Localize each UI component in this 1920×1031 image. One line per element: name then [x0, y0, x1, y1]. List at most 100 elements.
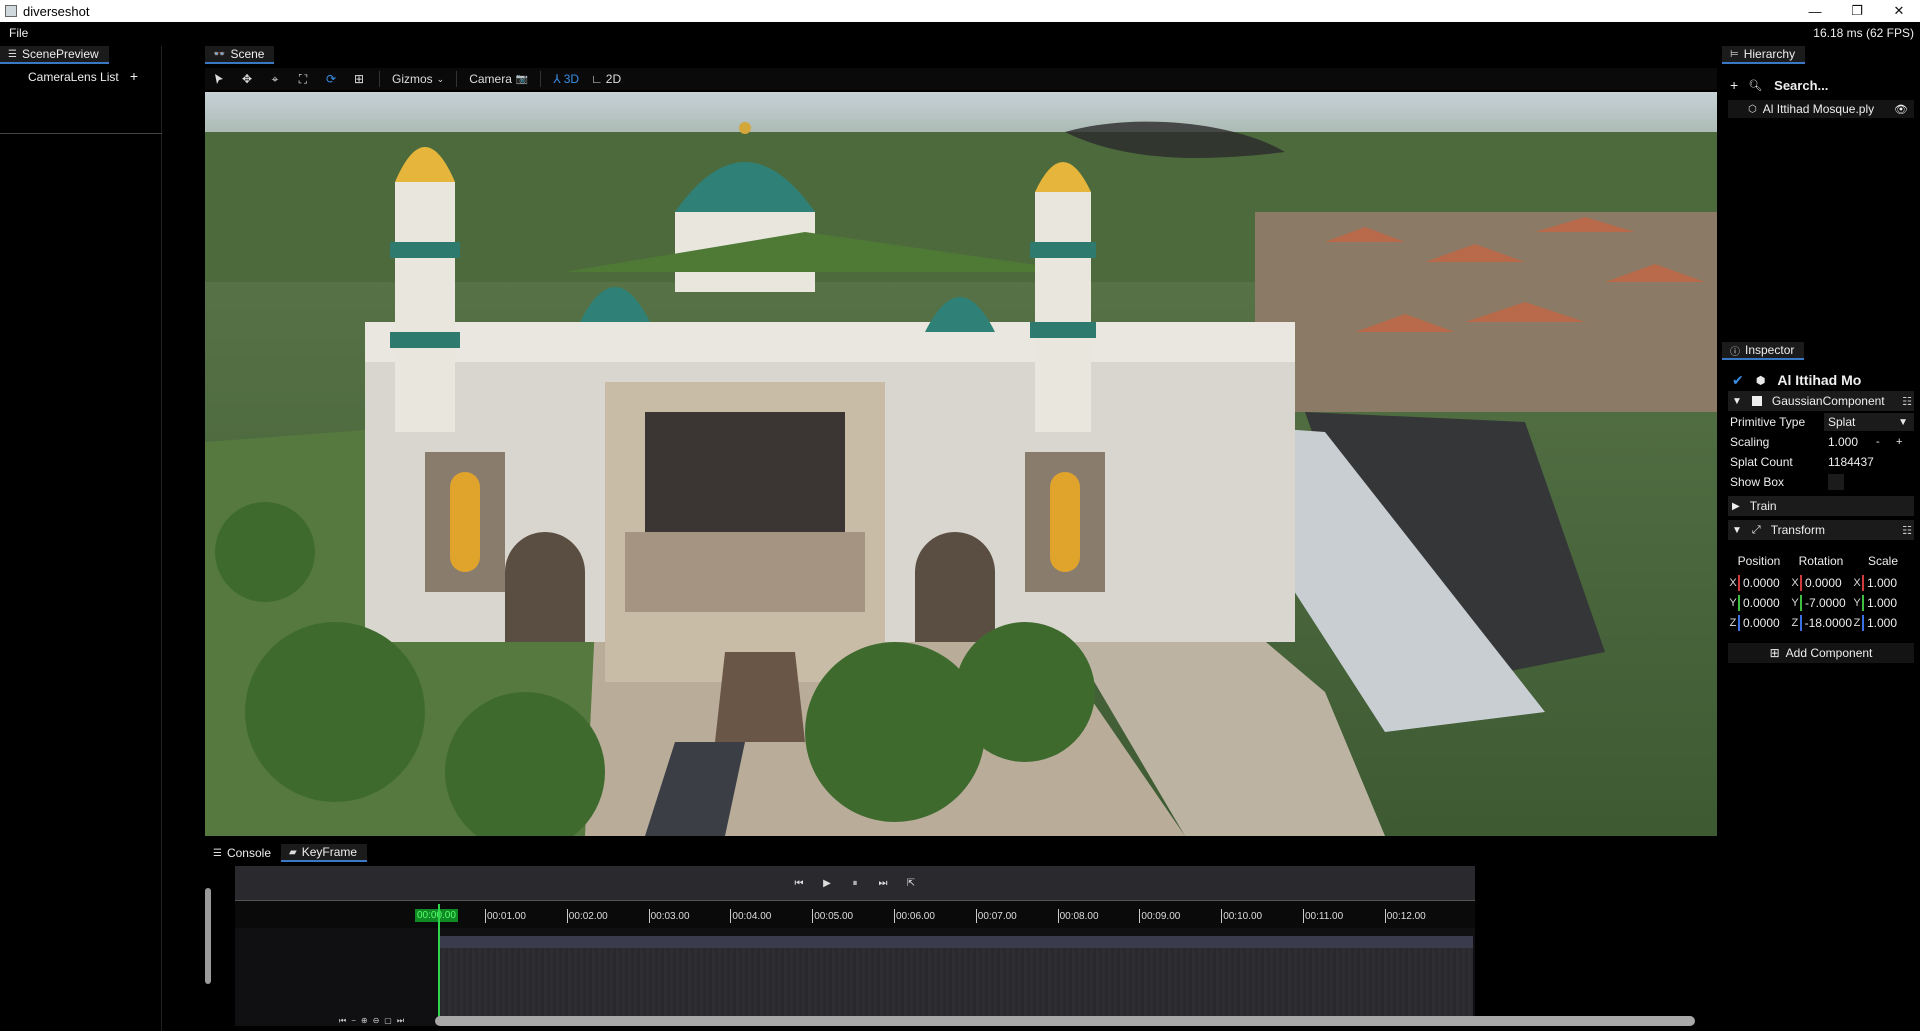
tab-inspector[interactable]: ⓘ Inspector	[1722, 342, 1805, 360]
mode-3d-button[interactable]: ⅄ 3D	[547, 69, 585, 89]
keyframe-track[interactable]	[439, 948, 1473, 1024]
add-object-button[interactable]: +	[1730, 77, 1738, 93]
search-input[interactable]: Search...	[1774, 78, 1828, 93]
position-z-field[interactable]: Z 0.0000	[1728, 614, 1790, 632]
close-button[interactable]: ✕	[1878, 0, 1920, 22]
rotation-value: -18.0000	[1804, 616, 1852, 630]
pause-button[interactable]: ⏸	[847, 875, 863, 891]
scaling-stepper[interactable]: 1.000 - +	[1824, 433, 1914, 451]
grid-toggle-button[interactable]: ⊞	[345, 69, 373, 89]
active-checkbox[interactable]: ✔	[1732, 372, 1744, 389]
scaling-increment-button[interactable]: +	[1896, 436, 1902, 448]
camera-button[interactable]: Camera 📷	[463, 69, 534, 89]
eye-icon[interactable]: 👁	[1894, 103, 1908, 116]
zoom-in-icon[interactable]: ⊕	[361, 1016, 368, 1026]
gaussian-component-label: GaussianComponent	[1771, 394, 1885, 408]
minimize-button[interactable]: —	[1794, 0, 1836, 22]
scaling-value[interactable]: 1.000	[1828, 435, 1858, 449]
add-component-button[interactable]: ⊞ Add Component	[1728, 643, 1914, 663]
zoom-fit-icon[interactable]: ⏮	[339, 1016, 346, 1026]
tab-keyframe[interactable]: ▰ KeyFrame	[281, 844, 368, 862]
scene-preview-tabstrip: ☰ ScenePreview	[0, 46, 109, 64]
gaussian-splat-render	[205, 92, 1717, 836]
axes-2d-icon: ∟	[591, 72, 603, 86]
component-options-icon[interactable]: ☷	[1902, 395, 1912, 408]
skip-forward-icon: ⏭	[878, 877, 888, 889]
vertical-scrollbar[interactable]	[205, 888, 211, 984]
time-ruler[interactable]: 00:00.00 00:01.00 00:02.00 00:03.00 00:04.0…	[235, 900, 1475, 928]
prev-keyframe-button[interactable]: ⏮	[791, 875, 807, 891]
tab-console-label: Console	[226, 846, 271, 860]
train-label: Train	[1749, 499, 1777, 513]
collapse-triangle-icon: ▼	[1732, 524, 1742, 536]
ruler-tick-label: 00:07.00	[975, 909, 1017, 923]
transform-header[interactable]: ▼ ⤢ Transform ☷	[1728, 520, 1914, 540]
toolbar-divider	[540, 71, 542, 87]
orbit-tool-button[interactable]: ⟳	[317, 69, 345, 89]
camera-label: Camera	[469, 72, 512, 86]
mode-2d-button[interactable]: ∟ 2D	[585, 69, 627, 89]
keyframe-panel: ☰ Console ▰ KeyFrame ⏮ ▶ ⏸ ⏭ ⇱ 00:00.00 …	[205, 844, 1717, 1031]
play-button[interactable]: ▶	[819, 875, 835, 891]
tab-hierarchy[interactable]: ⊨ Hierarchy	[1722, 46, 1806, 64]
restore-button[interactable]: ❐	[1836, 0, 1878, 22]
tab-scene[interactable]: 👓 Scene	[205, 46, 275, 64]
timeline-zoom-controls: ⏮ − ⊕ ⊖ ▢ ⏭	[339, 1016, 404, 1026]
component-enable-checkbox[interactable]	[1751, 396, 1762, 406]
plus-square-icon: ⊞	[1769, 646, 1780, 660]
show-box-checkbox[interactable]	[1828, 474, 1844, 490]
rotation-y-field[interactable]: Y -7.0000	[1790, 594, 1852, 612]
train-header[interactable]: ▶ Train	[1728, 496, 1914, 516]
scene-viewport[interactable]	[205, 92, 1717, 836]
keyframe-track-header[interactable]	[439, 936, 1473, 948]
tab-console[interactable]: ☰ Console	[205, 844, 281, 862]
gaussian-component-header[interactable]: ▼ GaussianComponent ☷	[1728, 391, 1914, 411]
end-icon[interactable]: ⏭	[397, 1016, 404, 1026]
horizontal-scrollbar[interactable]	[435, 1016, 1695, 1026]
splat-count-value: 1184437	[1828, 455, 1874, 469]
position-value: 0.0000	[1743, 616, 1780, 630]
axis-label: X	[1729, 577, 1737, 589]
rotation-z-field[interactable]: Z -18.0000	[1790, 614, 1852, 632]
scale-x-field[interactable]: X 1.000	[1852, 574, 1914, 592]
add-camera-lens-button[interactable]: +	[130, 68, 138, 84]
rotate-tool-button[interactable]: ⌖	[261, 69, 289, 89]
next-keyframe-button[interactable]: ⏭	[875, 875, 891, 891]
window-titlebar: diverseshot — ❐ ✕	[0, 0, 1920, 22]
component-options-icon[interactable]: ☷	[1902, 524, 1912, 537]
window-title: diverseshot	[23, 3, 90, 19]
zoom-minus-icon[interactable]: ⊖	[373, 1016, 380, 1026]
frame-icon[interactable]: ▢	[384, 1016, 392, 1026]
move-tool-button[interactable]: ✥	[233, 69, 261, 89]
export-button[interactable]: ⇱	[903, 875, 919, 891]
playhead[interactable]	[438, 904, 440, 1024]
tab-scene-preview[interactable]: ☰ ScenePreview	[0, 46, 109, 64]
select-tool-button[interactable]	[205, 69, 233, 89]
ruler-tick-label: 00:09.00	[1139, 909, 1181, 923]
resize-icon: ⤢	[1751, 523, 1761, 536]
scale-y-field[interactable]: Y 1.000	[1852, 594, 1914, 612]
position-y-field[interactable]: Y 0.0000	[1728, 594, 1790, 612]
scale-z-field[interactable]: Z 1.000	[1852, 614, 1914, 632]
gizmos-label: Gizmos	[392, 72, 433, 86]
scaling-decrement-button[interactable]: -	[1876, 436, 1880, 448]
axis-label: Z	[1729, 617, 1737, 629]
position-x-field[interactable]: X 0.0000	[1728, 574, 1790, 592]
info-icon: ⓘ	[1730, 346, 1740, 358]
menu-file[interactable]: File	[9, 26, 28, 40]
export-icon: ⇱	[906, 877, 916, 889]
primitive-type-dropdown[interactable]: Splat ▼	[1824, 413, 1914, 431]
hierarchy-item[interactable]: ⬡ Al Ittihad Mosque.ply 👁	[1728, 100, 1914, 118]
zoom-out-icon[interactable]: −	[351, 1016, 356, 1026]
camera-icon: 📷	[515, 73, 529, 85]
skip-back-icon: ⏮	[794, 877, 804, 889]
show-box-row: Show Box	[1728, 472, 1914, 492]
mode-2d-label: 2D	[605, 72, 622, 86]
scale-tool-button[interactable]: ⛶	[289, 69, 317, 89]
object-name-field[interactable]: Al Ittihad Mo	[1777, 372, 1861, 388]
transform-label: Transform	[1770, 523, 1825, 537]
rotation-x-field[interactable]: X 0.0000	[1790, 574, 1852, 592]
window-controls: — ❐ ✕	[1794, 0, 1920, 22]
gizmos-dropdown[interactable]: Gizmos ⌄	[386, 69, 450, 89]
tab-scene-preview-label: ScenePreview	[21, 47, 99, 61]
